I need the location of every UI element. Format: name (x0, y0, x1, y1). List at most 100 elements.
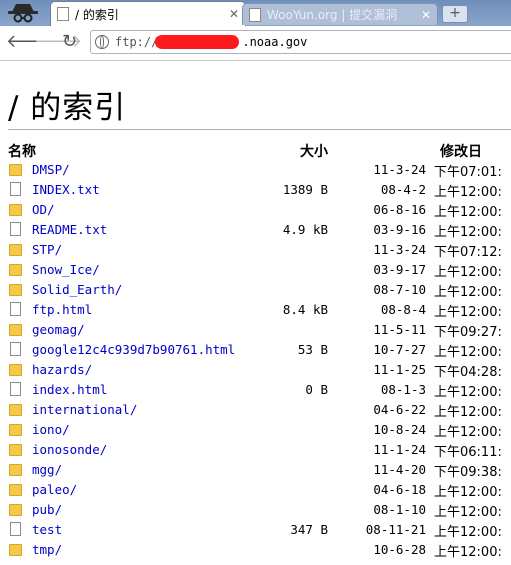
address-bar[interactable]: ftp:// .noaa.gov (90, 30, 511, 54)
file-link[interactable]: README.txt (32, 222, 107, 237)
file-link[interactable]: Solid_Earth/ (32, 282, 122, 297)
reload-icon[interactable]: ↻ (62, 32, 77, 52)
modified-date: 08-1-3 (380, 382, 426, 397)
modified-date: 08-7-10 (373, 282, 426, 297)
file-icon (10, 382, 21, 396)
file-link[interactable]: ftp.html (32, 302, 92, 317)
file-row: ionosonde/11-1-24 下午06:11: (0, 440, 511, 460)
globe-icon (95, 35, 109, 49)
file-row: pub/08-1-10 上午12:00: (0, 500, 511, 520)
modified-time: 下午04:28: (434, 365, 502, 380)
file-link[interactable]: index.html (32, 382, 107, 397)
modified-date: 08-8-4 (380, 302, 426, 317)
file-link[interactable]: mgg/ (32, 462, 62, 477)
file-link[interactable]: hazards/ (32, 362, 92, 377)
modified-date: 11-1-25 (373, 362, 426, 377)
toolbar: 🡐 🡒 ↻ ftp://.noaa.gov (0, 26, 511, 61)
file-row: tmp/10-6-28 上午12:00: (0, 540, 511, 560)
modified-time: 上午12:00: (434, 225, 502, 240)
page-icon (249, 7, 261, 22)
column-header-name[interactable]: 名称 (8, 141, 36, 161)
file-size: 1389 B (282, 182, 328, 197)
folder-icon (9, 244, 22, 256)
file-row: ftp.html 8.4 kB 08-8-4 上午12:00: (0, 300, 511, 320)
file-link[interactable]: international/ (32, 402, 137, 417)
folder-icon (9, 444, 22, 456)
tab-index[interactable]: / 的索引 ✕ (50, 1, 246, 26)
file-row: google12c4c939d7b90761.html 53 B 10-7-27 上午… (0, 340, 511, 360)
tab-wooyun[interactable]: WooYun.org | 提交漏洞 ✕ (242, 3, 438, 25)
close-icon[interactable]: ✕ (421, 8, 431, 22)
file-row: hazards/11-1-25 下午04:28: (0, 360, 511, 380)
modified-date: 10-8-24 (373, 422, 426, 437)
file-link[interactable]: INDEX.txt (32, 182, 100, 197)
modified-time: 上午12:00: (434, 345, 502, 360)
file-row: international/04-6-22 上午12:00: (0, 400, 511, 420)
file-row: mgg/11-4-20 下午09:38: (0, 460, 511, 480)
modified-time: 上午12:00: (434, 305, 502, 320)
file-row: paleo/04-6-18 上午12:00: (0, 480, 511, 500)
modified-date: 11-1-24 (373, 442, 426, 457)
folder-icon (9, 404, 22, 416)
file-row: STP/11-3-24 下午07:12: (0, 240, 511, 260)
column-header-size[interactable]: 大小 (270, 141, 328, 161)
file-link[interactable]: ionosonde/ (32, 442, 107, 457)
modified-date: 08-4-2 (380, 182, 426, 197)
modified-time: 上午12:00: (434, 545, 502, 560)
file-icon (10, 522, 21, 536)
file-row: README.txt 4.9 kB 03-9-16 上午12:00: (0, 220, 511, 240)
modified-date: 04-6-18 (373, 482, 426, 497)
file-link[interactable]: tmp/ (32, 542, 62, 557)
modified-time: 上午12:00: (434, 505, 502, 520)
file-link[interactable]: OD/ (32, 202, 55, 217)
file-size: 8.4 kB (282, 302, 328, 317)
file-row: OD/06-8-16 上午12:00: (0, 200, 511, 220)
close-icon[interactable]: ✕ (229, 7, 239, 21)
file-link[interactable]: google12c4c939d7b90761.html (32, 342, 235, 357)
file-link[interactable]: paleo/ (32, 482, 77, 497)
modified-date: 03-9-16 (373, 222, 426, 237)
modified-date: 11-3-24 (373, 242, 426, 257)
modified-date: 11-4-20 (373, 462, 426, 477)
modified-time: 下午07:12: (434, 245, 502, 260)
folder-icon (9, 264, 22, 276)
file-link[interactable]: DMSP/ (32, 162, 70, 177)
file-link[interactable]: iono/ (32, 422, 70, 437)
file-row: INDEX.txt 1389 B 08-4-2 上午12:00: (0, 180, 511, 200)
url-text[interactable]: ftp:// .noaa.gov (115, 35, 307, 49)
modified-time: 上午12:00: (434, 525, 502, 540)
url-host: .noaa.gov (242, 35, 308, 49)
file-link[interactable]: Snow_Ice/ (32, 262, 100, 277)
file-link[interactable]: geomag/ (32, 322, 85, 337)
column-header-date[interactable]: 修改日 (440, 141, 482, 161)
file-row: iono/10-8-24 上午12:00: (0, 420, 511, 440)
folder-icon (9, 284, 22, 296)
new-tab-button[interactable]: + (442, 5, 468, 23)
modified-time: 下午09:38: (434, 465, 502, 480)
file-row: Solid_Earth/08-7-10 上午12:00: (0, 280, 511, 300)
file-link[interactable]: test (32, 522, 62, 537)
folder-icon (9, 484, 22, 496)
file-icon (10, 182, 21, 196)
modified-time: 上午12:00: (434, 285, 502, 300)
modified-time: 上午12:00: (434, 405, 502, 420)
incognito-icon (8, 4, 38, 23)
file-icon (10, 222, 21, 236)
modified-date: 08-1-10 (373, 502, 426, 517)
url-prefix: ftp:// (115, 35, 159, 49)
folder-icon (9, 164, 22, 176)
file-size: 4.9 kB (282, 222, 328, 237)
file-link[interactable]: pub/ (32, 502, 62, 517)
divider (8, 129, 511, 130)
folder-icon (9, 204, 22, 216)
file-link[interactable]: STP/ (32, 242, 62, 257)
file-row: geomag/11-5-11 下午09:27: (0, 320, 511, 340)
redaction-mark (155, 35, 239, 49)
folder-icon (9, 464, 22, 476)
modified-time: 上午12:00: (434, 265, 502, 280)
modified-date: 06-8-16 (373, 202, 426, 217)
modified-date: 10-6-28 (373, 542, 426, 557)
modified-time: 下午07:01: (434, 165, 502, 180)
folder-icon (9, 544, 22, 556)
modified-time: 上午12:00: (434, 385, 502, 400)
